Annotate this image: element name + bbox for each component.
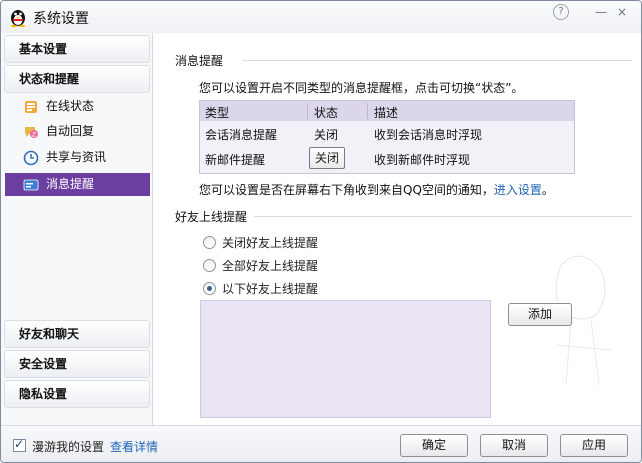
column-separator [307, 103, 308, 119]
row-type: 会话消息提醒 [205, 128, 278, 142]
alert-type-table: 类型 状态 描述 会话消息提醒 关闭 收到会话消息时浮现 新邮件提醒 关闭 收到… [199, 100, 575, 174]
row-type: 新邮件提醒 [205, 153, 266, 167]
row-description: 收到会话消息时浮现 [374, 128, 483, 142]
sidebar-item-label: 消息提醒 [46, 177, 95, 191]
table-header: 类型 状态 描述 [200, 101, 574, 121]
radio-button[interactable] [203, 259, 216, 272]
sidebar-item-label: 共享与资讯 [46, 150, 107, 164]
settings-window: 系统设置 ? — × 基本设置 状态和提醒 在线状态 Z 自动回复 共享与资讯 … [0, 0, 642, 463]
minimize-icon[interactable]: — [593, 4, 609, 20]
close-icon[interactable]: × [614, 4, 630, 20]
column-type: 类型 [205, 106, 230, 120]
sidebar-item-label: 自动回复 [46, 124, 95, 138]
view-details-link[interactable]: 查看详情 [110, 438, 158, 455]
sidebar-section-status-alerts[interactable]: 状态和提醒 [4, 65, 150, 93]
online-status-icon [25, 101, 37, 113]
sidebar-section-basic[interactable]: 基本设置 [4, 35, 150, 63]
sidebar-item-message-alerts[interactable]: 消息提醒 [5, 173, 150, 196]
radio-button[interactable] [203, 282, 216, 295]
row-status-toggle[interactable]: 关闭 [314, 126, 338, 143]
qq-penguin-icon [11, 10, 25, 27]
cancel-button[interactable]: 取消 [480, 434, 548, 457]
column-separator [367, 103, 368, 119]
window-title: 系统设置 [33, 11, 89, 27]
sidebar-section-privacy[interactable]: 隐私设置 [4, 380, 150, 408]
section-divider [242, 60, 632, 61]
add-friend-button[interactable]: 添加 [508, 303, 572, 326]
radio-label: 全部好友上线提醒 [222, 259, 319, 273]
row-description: 收到新邮件时浮现 [374, 153, 471, 167]
column-description: 描述 [374, 106, 399, 120]
sidebar-section-security[interactable]: 安全设置 [4, 350, 150, 378]
radio-label: 以下好友上线提醒 [222, 282, 319, 296]
clock-icon [23, 150, 39, 166]
apply-button[interactable]: 应用 [560, 434, 628, 457]
title-bar[interactable]: 系统设置 ? — × [1, 1, 641, 33]
roaming-settings-checkbox[interactable] [13, 437, 26, 452]
svg-text:Z: Z [32, 132, 36, 139]
qzone-note-end: 。 [541, 183, 554, 197]
sidebar: 基本设置 状态和提醒 在线状态 Z 自动回复 共享与资讯 消息提醒 好友和聊天 … [1, 33, 153, 425]
ok-button[interactable]: 确定 [400, 434, 468, 457]
selected-friends-list[interactable] [200, 300, 491, 418]
row-status-toggle[interactable]: 关闭 [309, 147, 345, 169]
qzone-notification-note: 您可以设置是否在屏幕右下角收到来自QQ空间的通知，进入设置。 [199, 181, 554, 198]
section-divider [254, 216, 632, 217]
sidebar-section-friends-chat[interactable]: 好友和聊天 [4, 320, 150, 348]
sidebar-item-online-status[interactable]: 在线状态 [5, 95, 150, 118]
message-alert-description: 您可以设置开启不同类型的消息提醒框，点击可切换“状态”。 [199, 81, 524, 95]
help-icon[interactable]: ? [553, 4, 569, 20]
radio-button[interactable] [203, 236, 216, 249]
message-alert-icon [23, 179, 39, 191]
sidebar-item-label: 在线状态 [46, 99, 95, 113]
roaming-settings-label[interactable]: 漫游我的设置 [32, 438, 104, 455]
auto-reply-icon: Z [25, 127, 38, 139]
enter-settings-link[interactable]: 进入设置 [494, 183, 542, 197]
sidebar-item-share-news[interactable]: 共享与资讯 [5, 146, 150, 169]
content-panel: 消息提醒 您可以设置开启不同类型的消息提醒框，点击可切换“状态”。 类型 状态 … [154, 33, 641, 425]
qzone-note-text: 您可以设置是否在屏幕右下角收到来自QQ空间的通知， [199, 183, 494, 197]
message-alert-section-title: 消息提醒 [175, 54, 224, 68]
friend-online-section-title: 好友上线提醒 [175, 210, 248, 224]
sidebar-item-auto-reply[interactable]: Z 自动回复 [5, 120, 150, 143]
radio-label: 关闭好友上线提醒 [222, 236, 319, 250]
column-status: 状态 [314, 106, 339, 120]
footer-bar: 漫游我的设置 查看详情 确定 取消 应用 [1, 425, 641, 462]
